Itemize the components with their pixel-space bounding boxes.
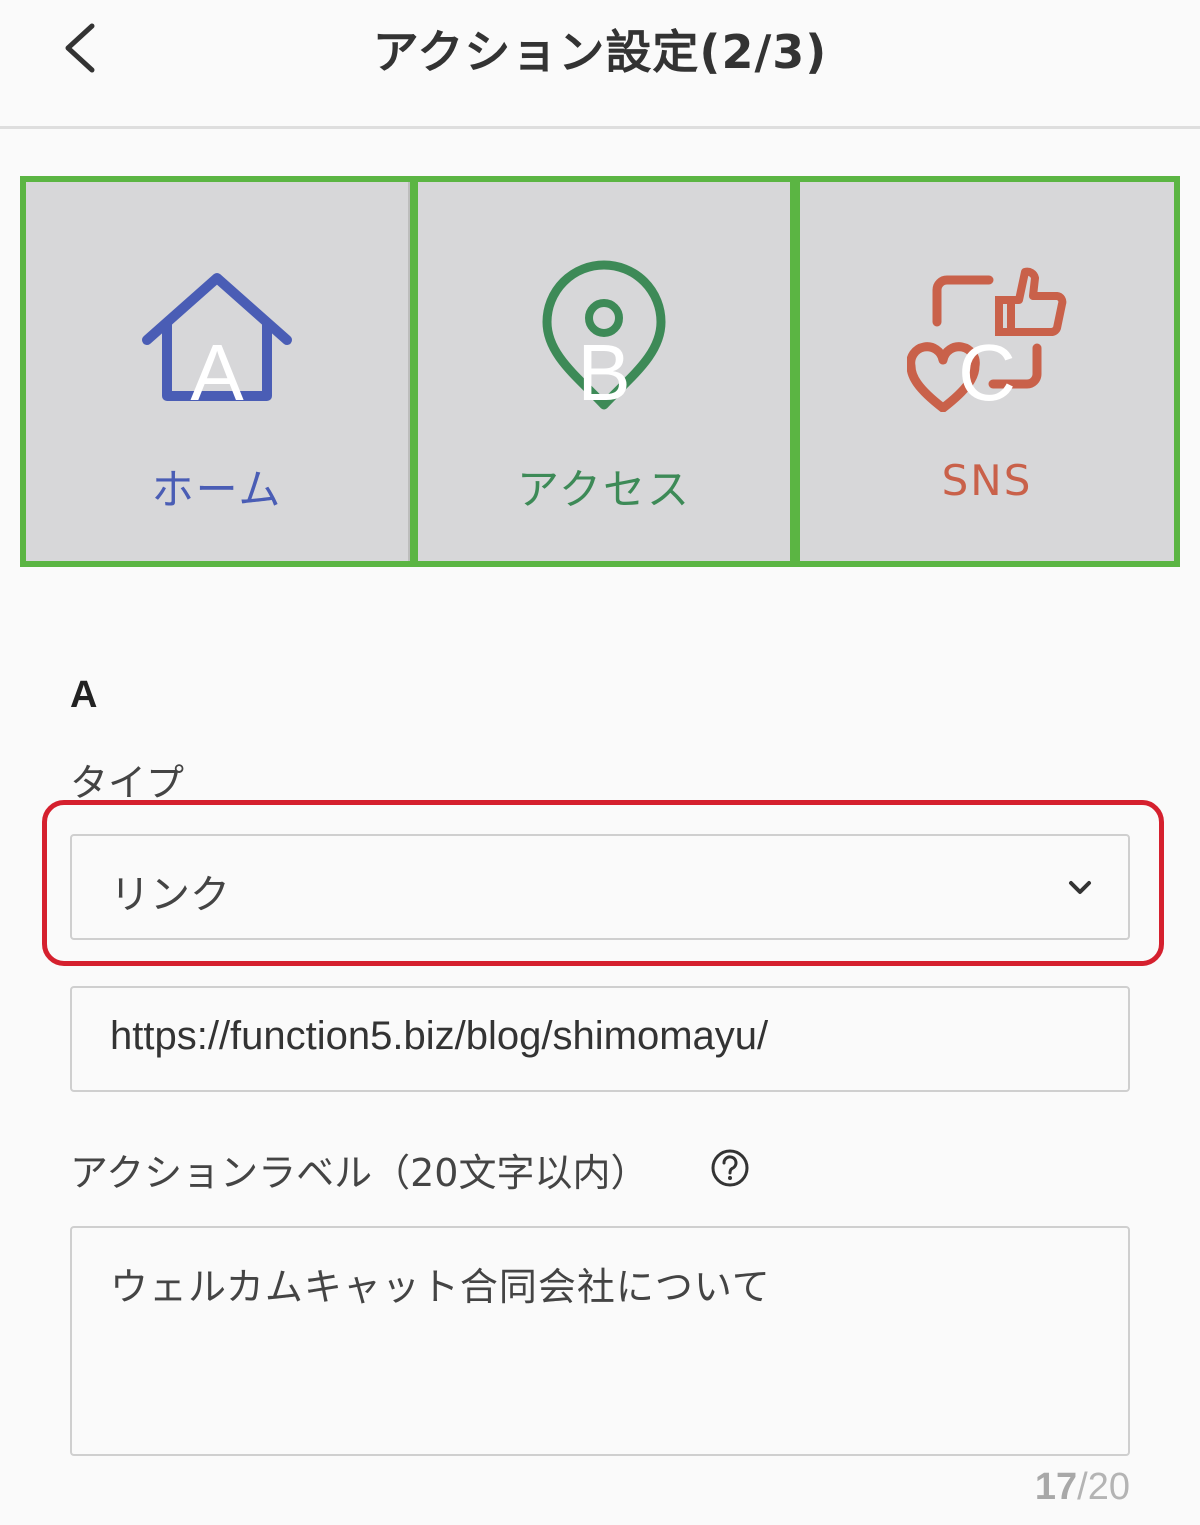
section-heading: A xyxy=(70,674,98,716)
char-count-max: /20 xyxy=(1077,1466,1130,1508)
action-tile-b[interactable]: B アクセス xyxy=(418,182,790,561)
action-tile-a[interactable]: A ホーム xyxy=(26,182,408,561)
action-label-textarea[interactable]: ウェルカムキャット合同会社について xyxy=(70,1226,1130,1456)
tile-letter: C xyxy=(958,328,1016,417)
char-counter: 17/20 xyxy=(1035,1466,1130,1509)
action-tile-c[interactable]: C SNS xyxy=(800,182,1174,561)
action-label-value: ウェルカムキャット合同会社について xyxy=(110,1265,771,1309)
tile-letter: A xyxy=(190,328,244,417)
page-title: アクション設定(2/3) xyxy=(372,25,828,79)
tile-label-sns: SNS xyxy=(941,456,1033,505)
type-select-value: リンク xyxy=(110,872,230,918)
url-value: https://function5.biz/blog/shimomayu/ xyxy=(110,1014,769,1058)
char-count-current: 17 xyxy=(1034,1466,1078,1508)
tile-letter: B xyxy=(577,328,631,417)
action-label-heading: アクションラベル（20文字以内） xyxy=(70,1151,649,1195)
type-select[interactable]: リンク xyxy=(70,834,1130,940)
divider xyxy=(408,182,410,561)
tile-label-access: アクセス xyxy=(517,465,691,514)
tile-label-home: ホーム xyxy=(151,465,283,514)
header-bar: アクション設定(2/3) xyxy=(0,0,1200,129)
action-grid: A ホーム B アクセス C SNS xyxy=(20,176,1180,567)
help-icon[interactable] xyxy=(710,1148,750,1188)
chevron-down-icon xyxy=(1069,881,1091,894)
url-input[interactable]: https://function5.biz/blog/shimomayu/ xyxy=(70,986,1130,1092)
type-label: タイプ xyxy=(70,761,185,805)
